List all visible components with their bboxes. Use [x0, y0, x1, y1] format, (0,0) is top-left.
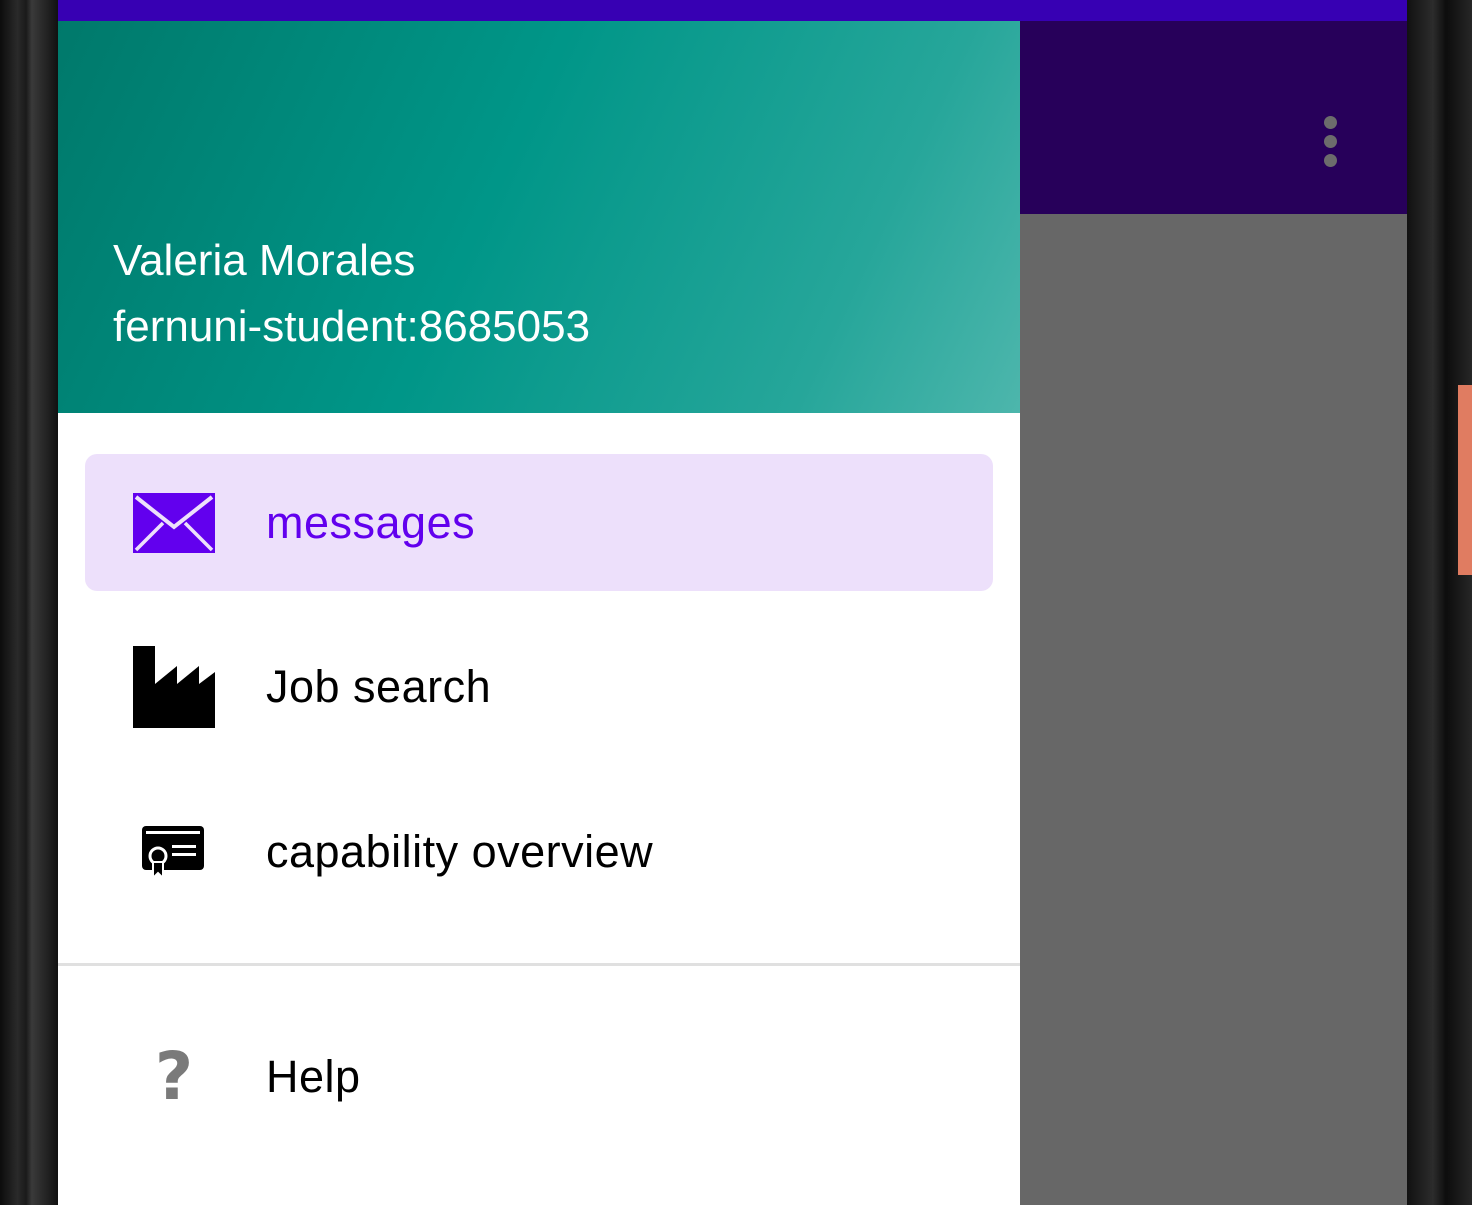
device-bezel-right [1407, 0, 1472, 1205]
nav-item-label: Job search [266, 660, 492, 712]
nav-item-help[interactable]: ? Help [85, 1008, 993, 1145]
drawer-header: Valeria Morales fernuni-student:8685053 [58, 21, 1020, 413]
device-side-button [1458, 385, 1472, 575]
factory-icon [133, 645, 215, 728]
menu-dot [1323, 115, 1337, 129]
more-vert-icon[interactable] [1310, 101, 1350, 181]
drawer-scrim[interactable] [1020, 214, 1407, 1205]
device-screen: Valeria Morales fernuni-student:8685053 … [58, 0, 1407, 1205]
certificate-icon [133, 811, 215, 893]
nav-item-label: Help [266, 1050, 361, 1102]
user-account-id: fernuni-student:8685053 [113, 302, 591, 351]
drawer-divider [58, 963, 1020, 966]
nav-item-label: capability overview [266, 825, 654, 877]
navigation-drawer: Valeria Morales fernuni-student:8685053 … [58, 21, 1020, 1205]
device-bezel-left [0, 0, 58, 1205]
nav-item-job-search[interactable]: Job search [85, 618, 993, 755]
user-name: Valeria Morales [113, 236, 416, 285]
nav-item-messages[interactable]: messages [85, 454, 993, 591]
menu-dot [1323, 153, 1337, 167]
menu-dot [1323, 134, 1337, 148]
envelope-icon [133, 482, 215, 564]
status-bar [58, 0, 1407, 21]
help-icon: ? [154, 1038, 194, 1115]
nav-item-label: messages [266, 496, 476, 548]
nav-item-capability-overview[interactable]: capability overview [85, 783, 993, 920]
